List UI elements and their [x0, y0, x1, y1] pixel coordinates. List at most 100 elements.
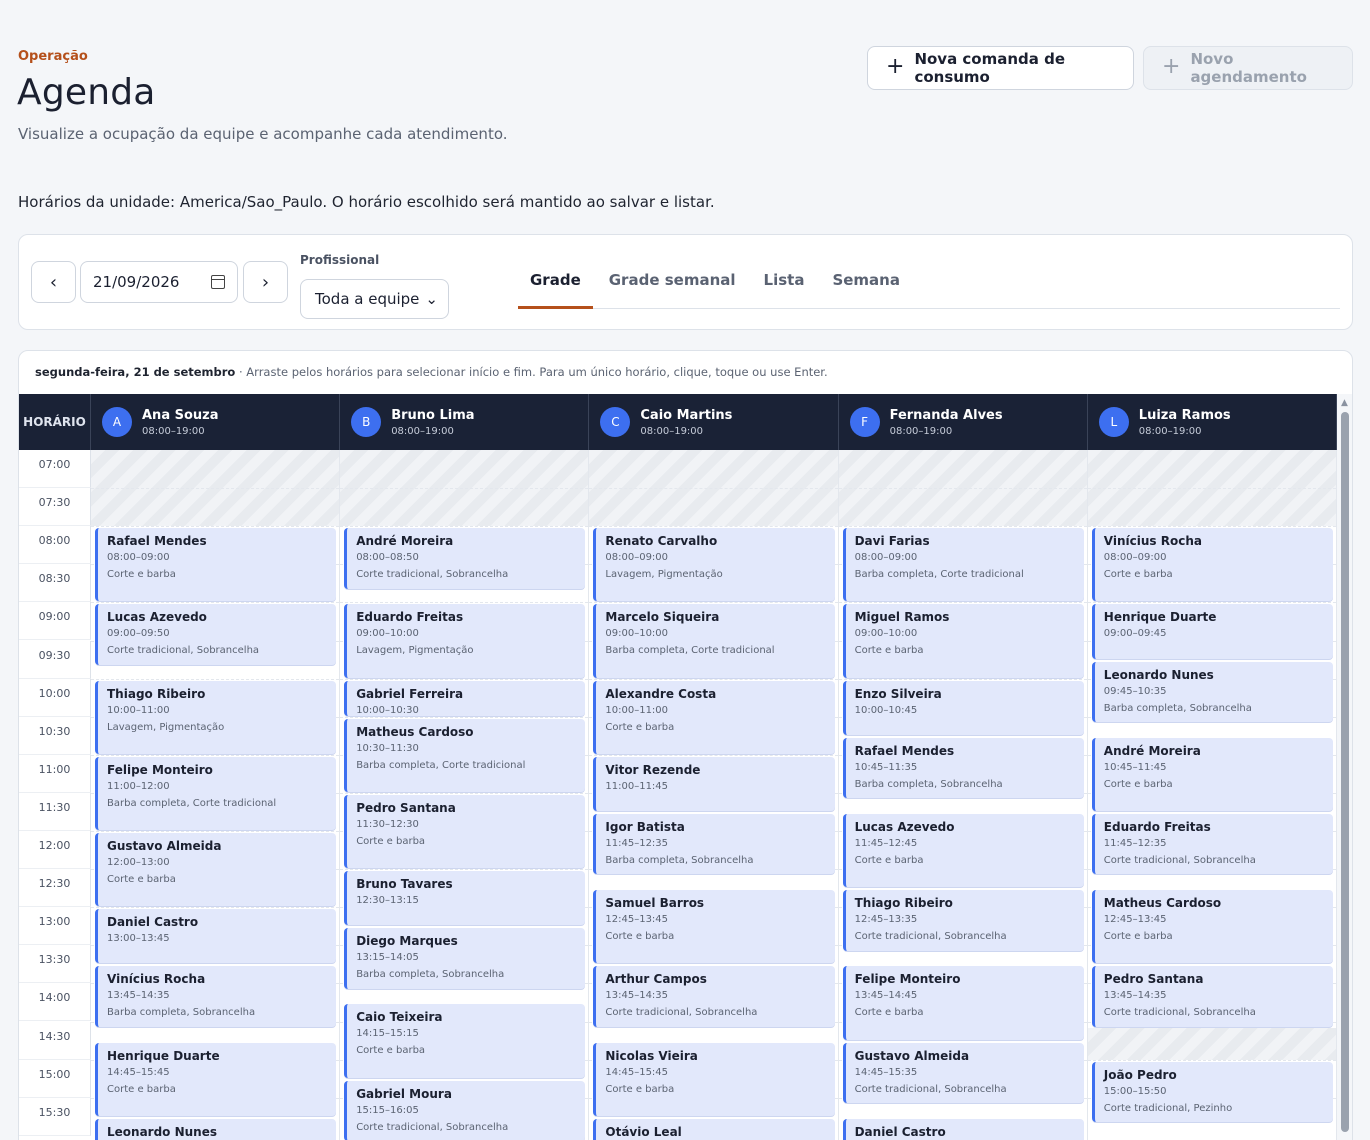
appointment-services: Corte e barba: [356, 835, 426, 847]
appointment-card[interactable]: Enzo Silveira 10:00–10:45: [842, 680, 1084, 735]
chevron-down-icon: ⌄: [425, 290, 438, 308]
appointment-client: Henrique Duarte: [107, 1048, 220, 1063]
appointment-card[interactable]: Thiago Ribeiro 12:45–13:35 Corte tradicion…: [842, 890, 1084, 951]
appointment-client: Gustavo Almeida: [107, 839, 222, 853]
professional-column[interactable]: Vinícius Rocha 08:00–09:00 Corte e barba He…: [1087, 450, 1337, 1140]
professional-column[interactable]: Rafael Mendes 08:00–09:00 Corte e barba Luc…: [91, 450, 341, 1140]
tab-grade-semanal[interactable]: Grade semanal: [597, 265, 748, 309]
appointment-card[interactable]: Pedro Santana 11:30–12:30 Corte e barba: [344, 794, 586, 869]
appointment-card[interactable]: Lucas Azevedo 09:00–09:50 Corte tradiciona…: [95, 604, 337, 665]
appointment-services: Barba completa, Sobrancelha: [356, 969, 505, 981]
appointment-card[interactable]: Matheus Cardoso 10:30–11:30 Barba completa…: [344, 718, 586, 792]
tab-grade[interactable]: Grade: [518, 265, 593, 309]
appointment-card[interactable]: João Pedro 15:00–15:50 Corte tradicional, …: [1091, 1061, 1333, 1123]
appointment-card[interactable]: Arthur Campos 13:45–14:35 Corte tradiciona…: [593, 966, 835, 1027]
professional-column[interactable]: André Moreira 08:00–08:50 Corte tradiciona…: [340, 450, 590, 1140]
appointment-client: Enzo Silveira: [854, 686, 942, 701]
appointment-time: 12:45–13:45: [605, 914, 669, 926]
next-day-button[interactable]: ›: [243, 261, 288, 303]
appointment-card[interactable]: Caio Teixeira 14:15–15:15 Corte e barba: [344, 1004, 586, 1078]
appointment-client: Pedro Santana: [1103, 972, 1204, 987]
time-slot-label: 14:00: [19, 983, 91, 1022]
slot-divider: [91, 907, 340, 909]
professional-column[interactable]: Davi Farias 08:00–09:00 Barba completa, Co…: [838, 450, 1088, 1140]
appointment-client: Daniel Castro: [107, 915, 199, 930]
professional-column[interactable]: Renato Carvalho 08:00–09:00 Lavagem, Pigme…: [589, 450, 839, 1140]
avatar: F: [849, 407, 880, 437]
time-slot-label: 11:30: [19, 792, 91, 831]
appointment-card[interactable]: Gustavo Almeida 14:45–15:35 Corte tradicio…: [842, 1042, 1084, 1104]
appointment-card[interactable]: Otávio Leal15:45–16:35: [593, 1118, 835, 1140]
appointment-card[interactable]: Felipe Monteiro 11:00–12:00 Barba completa…: [95, 756, 337, 830]
appointment-card[interactable]: Vinícius Rocha 08:00–09:00 Corte e barba: [1091, 528, 1333, 602]
time-slot-label: 10:30: [19, 716, 91, 755]
appointment-card[interactable]: Henrique Duarte 09:00–09:45: [1091, 604, 1333, 659]
appointment-card[interactable]: André Moreira 08:00–08:50 Corte tradiciona…: [344, 528, 586, 589]
appointment-card[interactable]: Samuel Barros 12:45–13:45 Corte e barba: [593, 890, 835, 964]
slot-divider: [340, 792, 589, 794]
appointment-card[interactable]: Miguel Ramos 09:00–10:00 Corte e barba: [842, 604, 1084, 678]
scroll-up-icon[interactable]: ▲: [1341, 398, 1348, 408]
appointment-time: 13:45–14:35: [605, 990, 669, 1002]
slot-divider: [340, 602, 589, 604]
appointment-card[interactable]: Davi Farias 08:00–09:00 Barba completa, Co…: [842, 528, 1084, 602]
appointment-card[interactable]: Nicolas Vieira 14:45–15:45 Corte e barba: [593, 1042, 835, 1116]
appointment-card[interactable]: Gabriel Moura 15:15–16:05 Corte tradiciona…: [344, 1080, 586, 1140]
appointment-card[interactable]: Leonardo Nunes 09:45–10:35 Barba completa,…: [1091, 661, 1333, 723]
tab-lista[interactable]: Lista: [752, 265, 817, 309]
appointment-time: 15:15–16:05: [356, 1104, 419, 1116]
calendar-icon[interactable]: [211, 275, 225, 289]
date-value: 21/09/2026: [93, 273, 180, 291]
appointment-card[interactable]: Rafael Mendes 08:00–09:00 Corte e barba: [95, 528, 337, 602]
appointment-card[interactable]: Daniel Castro 13:00–13:45: [95, 909, 337, 964]
appointment-client: Bruno Tavares: [356, 877, 453, 892]
appointment-card[interactable]: Renato Carvalho 08:00–09:00 Lavagem, Pigme…: [593, 528, 835, 602]
appointment-services: Barba completa, Corte tradicional: [107, 797, 277, 809]
appointment-card[interactable]: Gustavo Almeida 12:00–13:00 Corte e barba: [95, 833, 337, 907]
professional-info: Ana Souza 08:00–19:00: [142, 408, 219, 437]
appointment-services: Corte e barba: [107, 874, 176, 885]
appointment-card[interactable]: Rafael Mendes 10:45–11:35 Barba completa, …: [842, 737, 1084, 799]
appointment-services: Corte tradicional, Sobrancelha: [1103, 854, 1256, 866]
appointment-card[interactable]: Pedro Santana 13:45–14:35 Corte tradiciona…: [1091, 966, 1333, 1027]
professional-select[interactable]: Toda a equipe ⌄: [300, 279, 449, 319]
appointment-card[interactable]: Eduardo Freitas 11:45–12:35 Corte tradicio…: [1091, 813, 1333, 875]
appointment-card[interactable]: Thiago Ribeiro 10:00–11:00 Lavagem, Pigmen…: [95, 680, 337, 754]
appointment-time: 15:00–15:50: [1103, 1085, 1167, 1097]
professional-column-header: C Caio Martins 08:00–19:00: [589, 394, 839, 450]
appointment-services: Corte e barba: [356, 1045, 426, 1057]
appointment-card[interactable]: Eduardo Freitas 09:00–10:00 Lavagem, Pigme…: [344, 604, 586, 678]
appointment-services: Corte tradicional, Sobrancelha: [854, 931, 1007, 943]
appointment-client: Miguel Ramos: [854, 610, 950, 625]
appointment-card[interactable]: Felipe Monteiro 13:45–14:45 Corte e barba: [842, 966, 1084, 1040]
appointment-card[interactable]: Matheus Cardoso 12:45–13:45 Corte e barba: [1091, 890, 1333, 964]
prev-day-button[interactable]: ‹: [31, 261, 76, 303]
chevron-right-icon: ›: [261, 271, 270, 293]
appointment-card[interactable]: Leonardo Nunes15:45–16:35: [95, 1118, 337, 1140]
appointment-card[interactable]: André Moreira 10:45–11:45 Corte e barba: [1091, 737, 1333, 811]
appointment-card[interactable]: Lucas Azevedo 11:45–12:45 Corte e barba: [842, 813, 1084, 888]
appointment-client: Felipe Monteiro: [107, 762, 213, 777]
schedule-scrollbar[interactable]: ▲: [1337, 394, 1352, 1140]
appointment-card[interactable]: Vitor Rezende 11:00–11:45: [593, 756, 835, 811]
scrollbar-thumb[interactable]: [1341, 412, 1349, 1132]
tab-semana[interactable]: Semana: [820, 265, 912, 309]
new-appointment-button[interactable]: + Novo agendamento: [1143, 46, 1353, 90]
schedule-grid[interactable]: 07:00 07:30 08:00 08:30 09:00 09:30 10:00 10:30…: [19, 450, 1337, 1140]
appointment-services: Barba completa, Sobrancelha: [854, 778, 1003, 790]
new-comanda-button[interactable]: + Nova comanda de consumo: [867, 46, 1134, 90]
appointment-card[interactable]: Vinícius Rocha 13:45–14:35 Barba completa,…: [95, 966, 337, 1027]
date-input[interactable]: 21/09/2026: [80, 261, 238, 303]
appointment-card[interactable]: Igor Batista 11:45–12:35 Barba completa, S…: [593, 813, 835, 875]
appointment-card[interactable]: Henrique Duarte 14:45–15:45 Corte e barba: [95, 1042, 337, 1116]
appointment-card[interactable]: Gabriel Ferreira 10:00–10:30: [344, 680, 586, 716]
avatar: B: [351, 407, 382, 437]
time-slot-label: 07:00: [19, 450, 91, 489]
appointment-card[interactable]: Bruno Tavares 12:30–13:15: [344, 871, 586, 926]
professional-name: Bruno Lima: [391, 407, 475, 423]
appointment-card[interactable]: Daniel Castro15:45–16:45: [842, 1118, 1084, 1140]
appointment-client: André Moreira: [1103, 743, 1201, 758]
appointment-card[interactable]: Diego Marques 13:15–14:05 Barba completa, …: [344, 928, 586, 989]
appointment-card[interactable]: Alexandre Costa 10:00–11:00 Corte e barba: [593, 680, 835, 754]
appointment-card[interactable]: Marcelo Siqueira 09:00–10:00 Barba complet…: [593, 604, 835, 678]
